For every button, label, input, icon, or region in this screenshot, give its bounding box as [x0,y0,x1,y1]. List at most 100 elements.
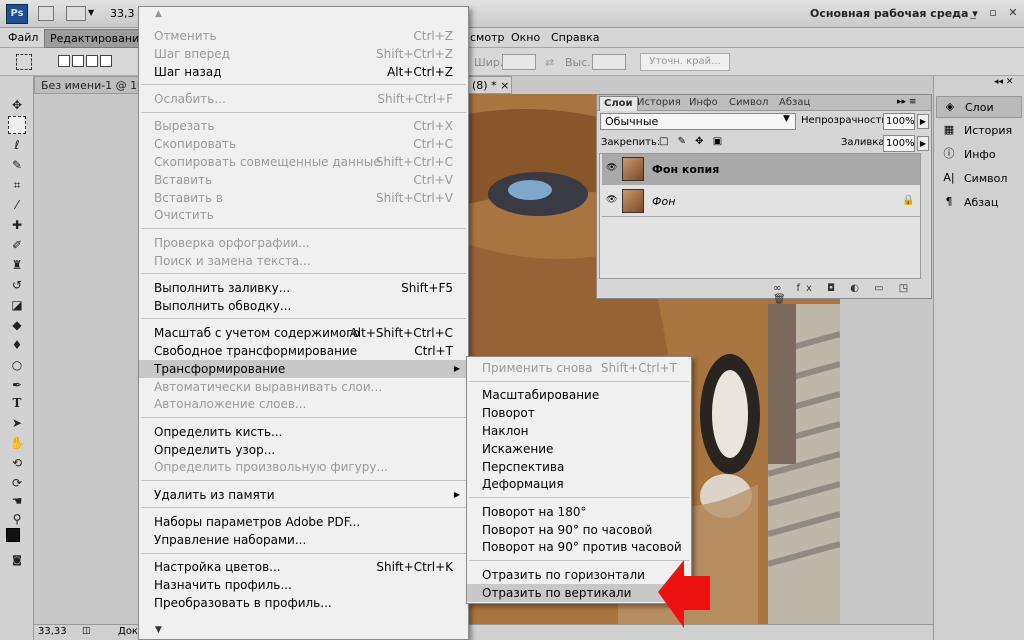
healing-brush-icon[interactable]: ✚ [8,216,26,234]
width-field[interactable] [502,54,536,70]
submenu-item[interactable]: Поворот на 90° по часовой [467,521,691,539]
marquee-tool-icon[interactable] [8,116,26,134]
document-tab-2[interactable]: (8) * × [468,76,512,94]
bridge-icon[interactable] [38,6,54,21]
subtract-selection-icon[interactable] [86,55,98,67]
edit-menu-item[interactable]: Автоматически выравнивать слои... [139,378,468,396]
dock-collapse-icon[interactable]: ◂◂ ✕ [994,77,1013,87]
type-tool-icon[interactable]: T [8,394,26,412]
layer-row[interactable]: 👁 Фон копия [602,154,920,185]
edit-menu-item[interactable]: Определить узор... [139,441,468,459]
menu-edit[interactable]: Редактирование [44,29,152,48]
eraser-icon[interactable]: ◪ [8,296,26,314]
tab-info[interactable]: Инфо [685,96,722,111]
eyedropper-icon[interactable]: ⁄ [8,196,26,214]
submenu-item[interactable]: Применить снова Shift+Ctrl+T [467,359,691,377]
minimize-icon[interactable]: _ [966,6,980,20]
menu-view[interactable]: смотр [470,31,504,44]
edit-menu-item[interactable]: Выполнить заливку... Shift+F5 [139,279,468,297]
menu-help[interactable]: Справка [551,31,599,44]
paint-bucket-icon[interactable]: ◆ [8,316,26,334]
dodge-tool-icon[interactable]: ○ [8,356,26,374]
edit-menu-item[interactable]: Назначить профиль... [139,576,468,594]
height-field[interactable] [592,54,626,70]
close-icon[interactable]: ✕ [1006,6,1020,20]
edit-menu-item[interactable]: Управление наборами... [139,531,468,549]
chevron-down-icon[interactable]: ▼ [783,114,790,124]
view-extras-icon[interactable] [66,6,86,21]
edit-menu-item[interactable]: Вставить Ctrl+V [139,171,468,189]
opacity-slider-button[interactable]: ▶ [917,114,929,129]
layer-row[interactable]: 👁 Фон 🔒 [602,186,920,217]
fill-slider-button[interactable]: ▶ [917,136,929,151]
edit-menu-item[interactable]: Отменить Ctrl+Z [139,27,468,45]
menu-file[interactable]: Файл [8,31,38,44]
opacity-field[interactable]: 100% [883,113,915,130]
menu-window[interactable]: Окно [511,31,540,44]
dock-item-history[interactable]: ▦ История [936,120,1022,142]
scroll-up-icon[interactable]: ▲ [155,9,162,19]
edit-menu-item[interactable]: Проверка орфографии... [139,234,468,252]
quick-selection-icon[interactable]: ✎ [8,156,26,174]
blend-mode-select[interactable]: Обычные [600,113,796,130]
chevron-down-icon[interactable]: ▼ [88,8,94,17]
3d-orbit-icon[interactable]: ⟳ [8,474,26,492]
3d-rotate-icon[interactable]: ⟲ [8,454,26,472]
edit-menu-item[interactable]: Автоналожение слоев... [139,395,468,413]
dock-item-layers[interactable]: ◈ Слои [936,96,1022,118]
tab-character[interactable]: Символ [725,96,772,111]
lock-icons[interactable]: □ ✎ ✥ ▣ [659,136,725,147]
edit-menu-item[interactable]: Наборы параметров Adobe PDF... [139,513,468,531]
zoom-tool-icon[interactable]: ⚲ [8,510,26,528]
layer-actions-icons[interactable]: ∞ fx ◘ ◐ ▭ ◳ 🗑 [773,283,931,305]
blur-tool-icon[interactable]: ♦ [8,336,26,354]
history-brush-icon[interactable]: ↺ [8,276,26,294]
swap-icon[interactable]: ⇄ [545,56,554,69]
crop-tool-icon[interactable]: ⌗ [8,176,26,194]
edit-menu-item[interactable]: Вырезать Ctrl+X [139,117,468,135]
workspace-switcher[interactable]: Основная рабочая среда ▾ [810,7,978,20]
edit-menu-item[interactable]: Преобразовать в профиль... [139,594,468,612]
path-selection-icon[interactable]: ➤ [8,414,26,432]
tab-paragraph[interactable]: Абзац [775,96,814,111]
submenu-item[interactable]: Перспектива [467,458,691,476]
submenu-item[interactable]: Деформация [467,475,691,493]
submenu-item[interactable]: Поворот [467,404,691,422]
edit-menu-item[interactable]: Поиск и замена текста... [139,252,468,270]
edit-menu-item[interactable]: Настройка цветов... Shift+Ctrl+K [139,558,468,576]
dock-item-paragraph[interactable]: ¶ Абзац [936,192,1022,214]
submenu-item[interactable]: Поворот на 90° против часовой [467,538,691,556]
foreground-color-icon[interactable] [6,528,20,542]
quick-mask-icon[interactable]: ◙ [8,552,26,570]
edit-menu-item[interactable]: Скопировать Ctrl+C [139,135,468,153]
zoom-level[interactable]: 33,3 [110,7,135,20]
tab-layers[interactable]: Слои [599,96,638,111]
tab-history[interactable]: История [633,96,685,111]
marquee-tool-icon[interactable] [16,54,32,70]
edit-menu-item[interactable]: Вставить в Shift+Ctrl+V [139,189,468,207]
scroll-down-icon[interactable]: ▼ [155,625,162,635]
edit-menu-item[interactable]: Определить кисть... [139,423,468,441]
edit-menu-item[interactable]: Очистить [139,206,468,224]
eye-icon[interactable]: 👁 [606,195,617,205]
restore-icon[interactable]: ▫ [986,6,1000,20]
edit-menu-item[interactable]: Определить произвольную фигуру... [139,458,468,476]
dock-item-character[interactable]: A| Символ [936,168,1022,190]
clone-stamp-icon[interactable]: ♜ [8,256,26,274]
edit-menu-item[interactable]: Шаг назад Alt+Ctrl+Z [139,63,468,81]
edit-menu-item[interactable]: Удалить из памяти ▶ [139,486,468,504]
edit-menu-item[interactable]: Выполнить обводку... [139,297,468,315]
submenu-item[interactable]: Искажение [467,440,691,458]
refine-edge-button[interactable]: Уточн. край... [640,53,730,71]
lasso-tool-icon[interactable]: ℓ [8,136,26,154]
edit-menu-item[interactable]: Масштаб с учетом содержимого Alt+Shift+Ct… [139,324,468,342]
edit-menu-item[interactable]: Свободное трансформирование Ctrl+T [139,342,468,360]
pen-tool-icon[interactable]: ✒ [8,376,26,394]
new-selection-icon[interactable] [58,55,70,67]
intersect-selection-icon[interactable] [100,55,112,67]
edit-menu-item[interactable]: Скопировать совмещенные данные Shift+Ctrl… [139,153,468,171]
brush-tool-icon[interactable]: ✐ [8,236,26,254]
submenu-item[interactable]: Наклон [467,422,691,440]
hand-tool-icon[interactable]: ☚ [8,492,26,510]
move-tool-icon[interactable]: ✥ [8,96,26,114]
